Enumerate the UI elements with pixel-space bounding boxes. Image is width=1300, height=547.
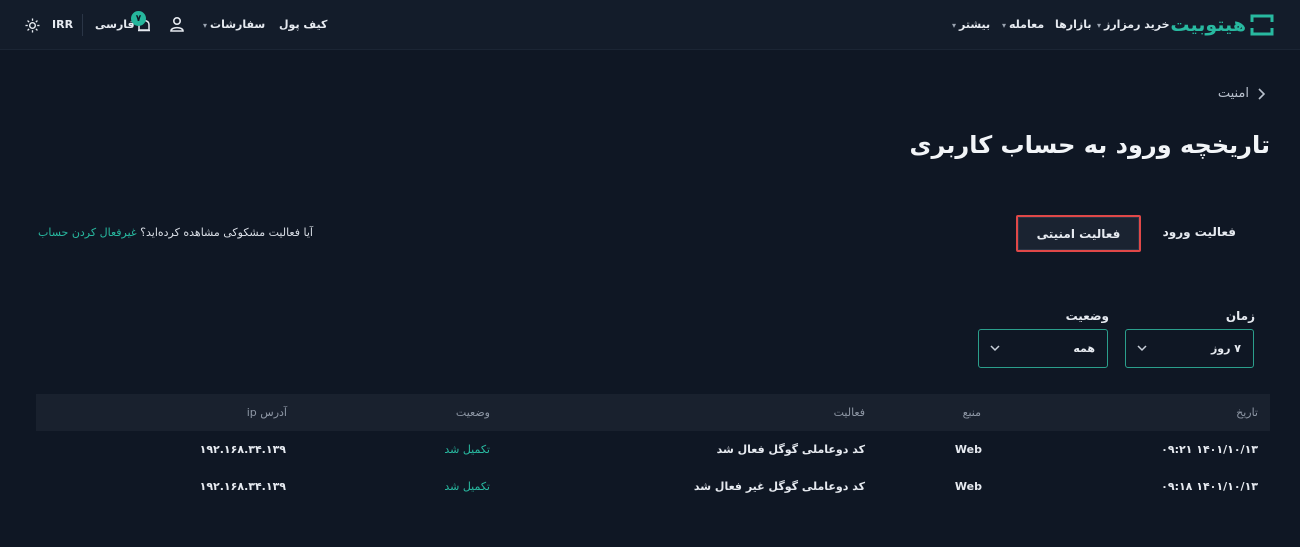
suspicious-question: آیا فعالیت مشکوکی مشاهده کرده‌اید؟ (140, 226, 313, 239)
logo-text: هیتوبیت (1170, 14, 1246, 36)
table-row: ۱۴۰۱/۱۰/۱۳ ۰۹:۱۸ Web کد دوعاملی گوگل غیر… (36, 469, 1270, 505)
nav-buy-crypto[interactable]: خرید رمزارز▾ (1097, 18, 1170, 33)
language-label: فارسی (95, 18, 135, 31)
language-selector[interactable]: فارسی (95, 18, 135, 32)
nav-more-label: بیشتر (959, 18, 991, 31)
nav-wallet[interactable]: کیف پول (279, 18, 327, 32)
time-filter-value: ۷ روز (1210, 342, 1241, 355)
cell-date: ۱۴۰۱/۱۰/۱۳ ۰۹:۲۱ (1161, 443, 1258, 456)
chevron-down-icon (1137, 345, 1147, 352)
table-header: تاریخ منبع فعالیت وضعیت آدرس ip (36, 394, 1270, 431)
page-title: تاریخچه ورود به حساب کاربری (909, 131, 1270, 159)
tab-login-activity[interactable]: فعالیت ورود (1163, 225, 1236, 239)
status-filter-label: وضعیت (1065, 309, 1109, 323)
status-filter-value: همه (1073, 342, 1095, 355)
column-header-ip: آدرس ip (246, 406, 287, 419)
currency-label: IRR (52, 18, 74, 31)
nav-buy-crypto-label: خرید رمزارز (1104, 18, 1170, 31)
currency-selector[interactable]: IRR (52, 18, 73, 32)
user-icon[interactable] (169, 16, 185, 32)
breadcrumb-label: امنیت (1217, 86, 1249, 101)
cell-status: تکمیل شد (444, 443, 490, 456)
cell-source: Web (954, 443, 982, 456)
chevron-down-icon: ▾ (1097, 21, 1102, 30)
time-filter-label: زمان (1225, 309, 1255, 323)
nav-orders-label: سفارشات (210, 18, 266, 31)
suspicious-activity-notice: آیا فعالیت مشکوکی مشاهده کرده‌اید؟ غیرفع… (38, 226, 313, 239)
table-row: ۱۴۰۱/۱۰/۱۳ ۰۹:۲۱ Web کد دوعاملی گوگل فعا… (36, 432, 1270, 468)
chevron-down-icon: ▾ (203, 21, 208, 30)
nav-markets-label: بازارها (1055, 18, 1092, 31)
tab-security-activity[interactable]: فعالیت امنیتی (1016, 215, 1141, 252)
column-header-activity: فعالیت (833, 406, 865, 419)
cell-activity: کد دوعاملی گوگل غیر فعال شد (693, 480, 865, 493)
cell-activity: کد دوعاملی گوگل فعال شد (716, 443, 865, 456)
time-filter-select[interactable]: ۷ روز (1125, 329, 1254, 368)
nav-more[interactable]: بیشتر▾ (952, 18, 990, 33)
cell-ip: ۱۹۲.۱۶۸.۳۴.۱۳۹ (199, 443, 286, 456)
disable-account-link[interactable]: غیرفعال کردن حساب (38, 226, 137, 239)
nav-orders[interactable]: سفارشات▾ (203, 18, 265, 33)
cell-date: ۱۴۰۱/۱۰/۱۳ ۰۹:۱۸ (1161, 480, 1258, 493)
column-header-date: تاریخ (1236, 406, 1258, 419)
chevron-down-icon: ▾ (1002, 21, 1007, 30)
hitobit-logo-icon (1250, 14, 1274, 36)
nav-wallet-label: کیف پول (279, 18, 328, 31)
top-navigation-bar: هیتوبیت خرید رمزارز▾ بازارها معامله▾ بیش… (0, 0, 1300, 50)
column-header-status: وضعیت (455, 406, 490, 419)
cell-ip: ۱۹۲.۱۶۸.۳۴.۱۳۹ (199, 480, 286, 493)
chevron-right-icon (1258, 87, 1266, 100)
chevron-down-icon (990, 345, 1000, 352)
nav-trade-label: معامله (1009, 18, 1045, 31)
cell-source: Web (954, 480, 982, 493)
nav-markets[interactable]: بازارها (1055, 18, 1091, 32)
sun-icon[interactable] (25, 18, 40, 33)
column-header-source: منبع (962, 406, 981, 419)
logo[interactable]: هیتوبیت (1170, 12, 1274, 38)
chevron-down-icon: ▾ (952, 21, 957, 30)
breadcrumb[interactable]: امنیت (1218, 86, 1266, 101)
cell-status: تکمیل شد (444, 480, 490, 493)
tab-security-activity-label: فعالیت امنیتی (1036, 226, 1121, 241)
nav-trade[interactable]: معامله▾ (1002, 18, 1044, 33)
topbar-divider (82, 14, 83, 36)
status-filter-select[interactable]: همه (978, 329, 1108, 368)
